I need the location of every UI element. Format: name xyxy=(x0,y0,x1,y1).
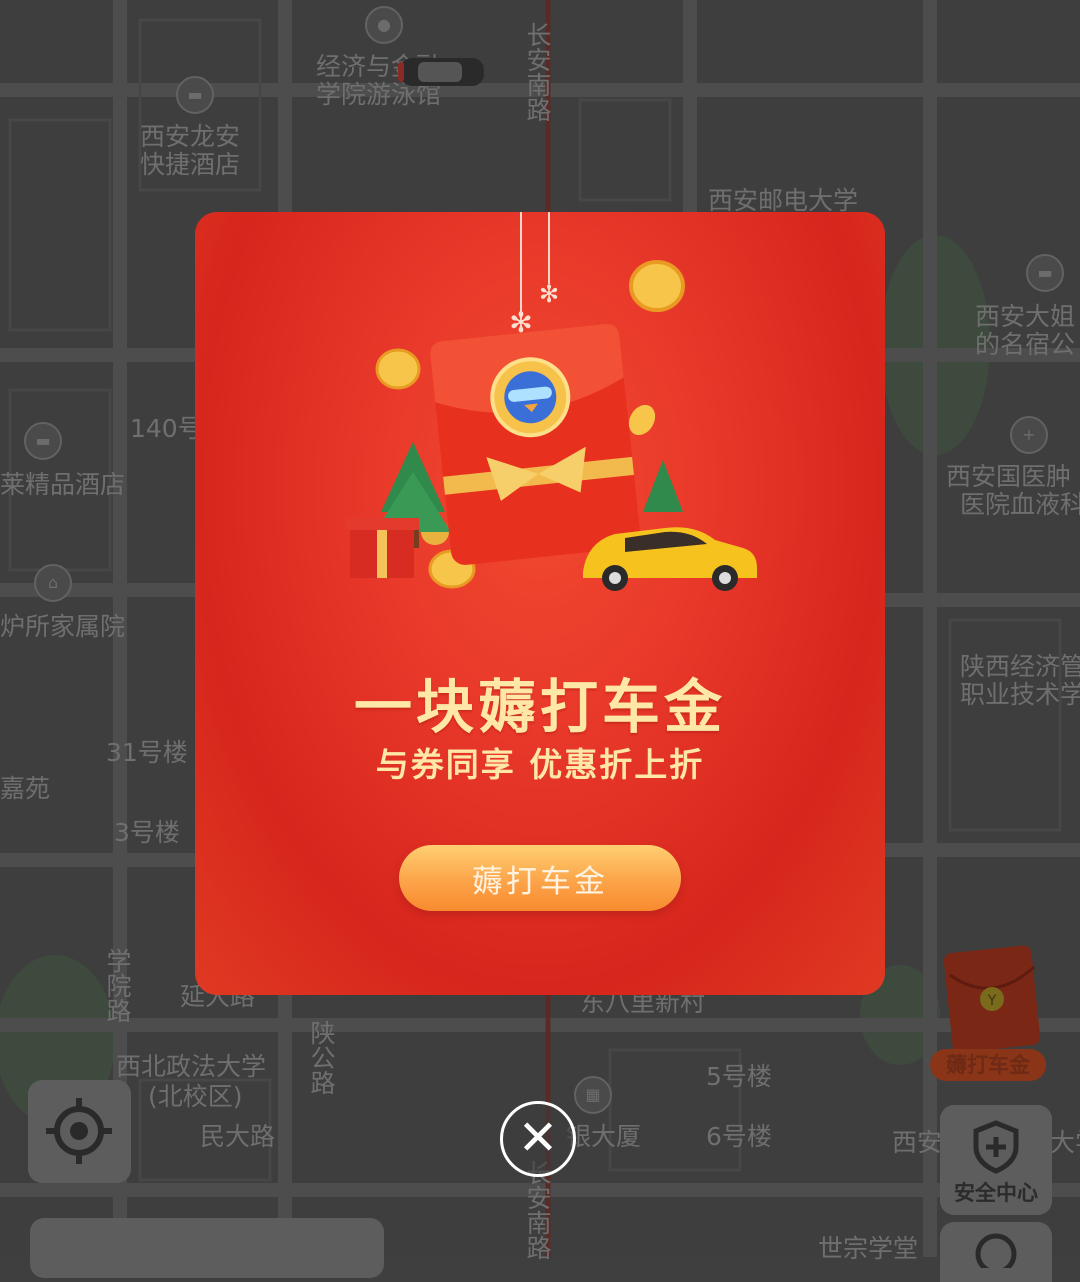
floating-envelope-label: 薅打车金 xyxy=(930,1049,1046,1081)
hotel-icon: ▬ xyxy=(24,422,62,460)
home-icon: ⌂ xyxy=(34,564,72,602)
map-label-road: 民大路 xyxy=(200,1122,276,1151)
map-label: 医院血液科 xyxy=(960,490,1080,519)
claim-ride-credit-button[interactable]: 薅打车金 xyxy=(399,845,681,911)
promo-popup: ✻ ✻ 一块薅打车金 与券同享 优惠折上折 薅打车金 xyxy=(195,212,885,995)
close-icon: ✕ xyxy=(517,1112,559,1165)
map-label-road: 学院路 xyxy=(103,948,132,1023)
hotel-icon: ▬ xyxy=(1026,254,1064,292)
popup-subtitle: 与券同享 优惠折上折 xyxy=(375,745,705,784)
map-label: 西北政法大学 xyxy=(116,1052,267,1081)
popup-title: 一块薅打车金 xyxy=(353,673,726,741)
map-label: 西安国医肿 xyxy=(946,462,1072,491)
svg-text:✻: ✻ xyxy=(539,280,559,308)
map-label: 31号楼 xyxy=(106,738,188,767)
floating-red-envelope[interactable]: Y 薅打车金 xyxy=(928,945,1050,1085)
map-label: 陕西经济管 xyxy=(960,652,1080,681)
map-label: 银大厦 xyxy=(566,1122,642,1151)
poi-icon: ● xyxy=(365,6,403,44)
map-label: 西安邮电大学 xyxy=(708,186,859,215)
locate-button[interactable] xyxy=(28,1080,131,1183)
map-label: 世宗学堂 xyxy=(818,1234,919,1263)
map-label: 5号楼 xyxy=(706,1062,772,1091)
map-label-road: 长安南路 xyxy=(523,22,552,122)
safety-center-button[interactable]: 安全中心 xyxy=(940,1105,1052,1215)
map-label: 西安龙安 xyxy=(140,122,241,151)
map-label: 6号楼 xyxy=(706,1122,772,1151)
shield-icon xyxy=(973,1120,1019,1174)
bottom-card[interactable] xyxy=(30,1218,384,1278)
map-label: 140号 xyxy=(130,414,203,443)
map-label: 莱精品酒店 xyxy=(0,470,126,499)
hospital-icon: + xyxy=(1010,416,1048,454)
map-label: 的名宿公 xyxy=(975,330,1076,359)
map-label: 大学 xyxy=(1050,1128,1080,1157)
pin-icon xyxy=(975,1233,1017,1268)
red-envelope-illustration: ✻ ✻ xyxy=(345,212,757,591)
taxi-icon xyxy=(583,527,757,591)
map-label: 炉所家属院 xyxy=(0,612,126,641)
map-label: 3号楼 xyxy=(114,818,180,847)
safety-center-label: 安全中心 xyxy=(954,1182,1038,1205)
red-envelope-icon: Y xyxy=(943,945,1041,1053)
map-label: 职业技术学 xyxy=(960,680,1080,709)
car-icon xyxy=(398,58,484,86)
map-label: 西安大姐 xyxy=(975,302,1076,331)
locate-icon xyxy=(46,1098,112,1164)
map-label-road: 陕公路 xyxy=(307,1020,336,1095)
pin-button[interactable] xyxy=(940,1222,1052,1282)
map-label: 嘉苑 xyxy=(0,774,51,803)
building-icon: ▦ xyxy=(574,1076,612,1114)
map-label: 西安 xyxy=(892,1128,943,1157)
close-popup-button[interactable]: ✕ xyxy=(500,1101,576,1177)
hotel-icon: ▬ xyxy=(176,76,214,114)
map-label: (北校区) xyxy=(148,1082,243,1111)
map-label: 快捷酒店 xyxy=(140,150,241,179)
svg-text:Y: Y xyxy=(987,993,997,1009)
